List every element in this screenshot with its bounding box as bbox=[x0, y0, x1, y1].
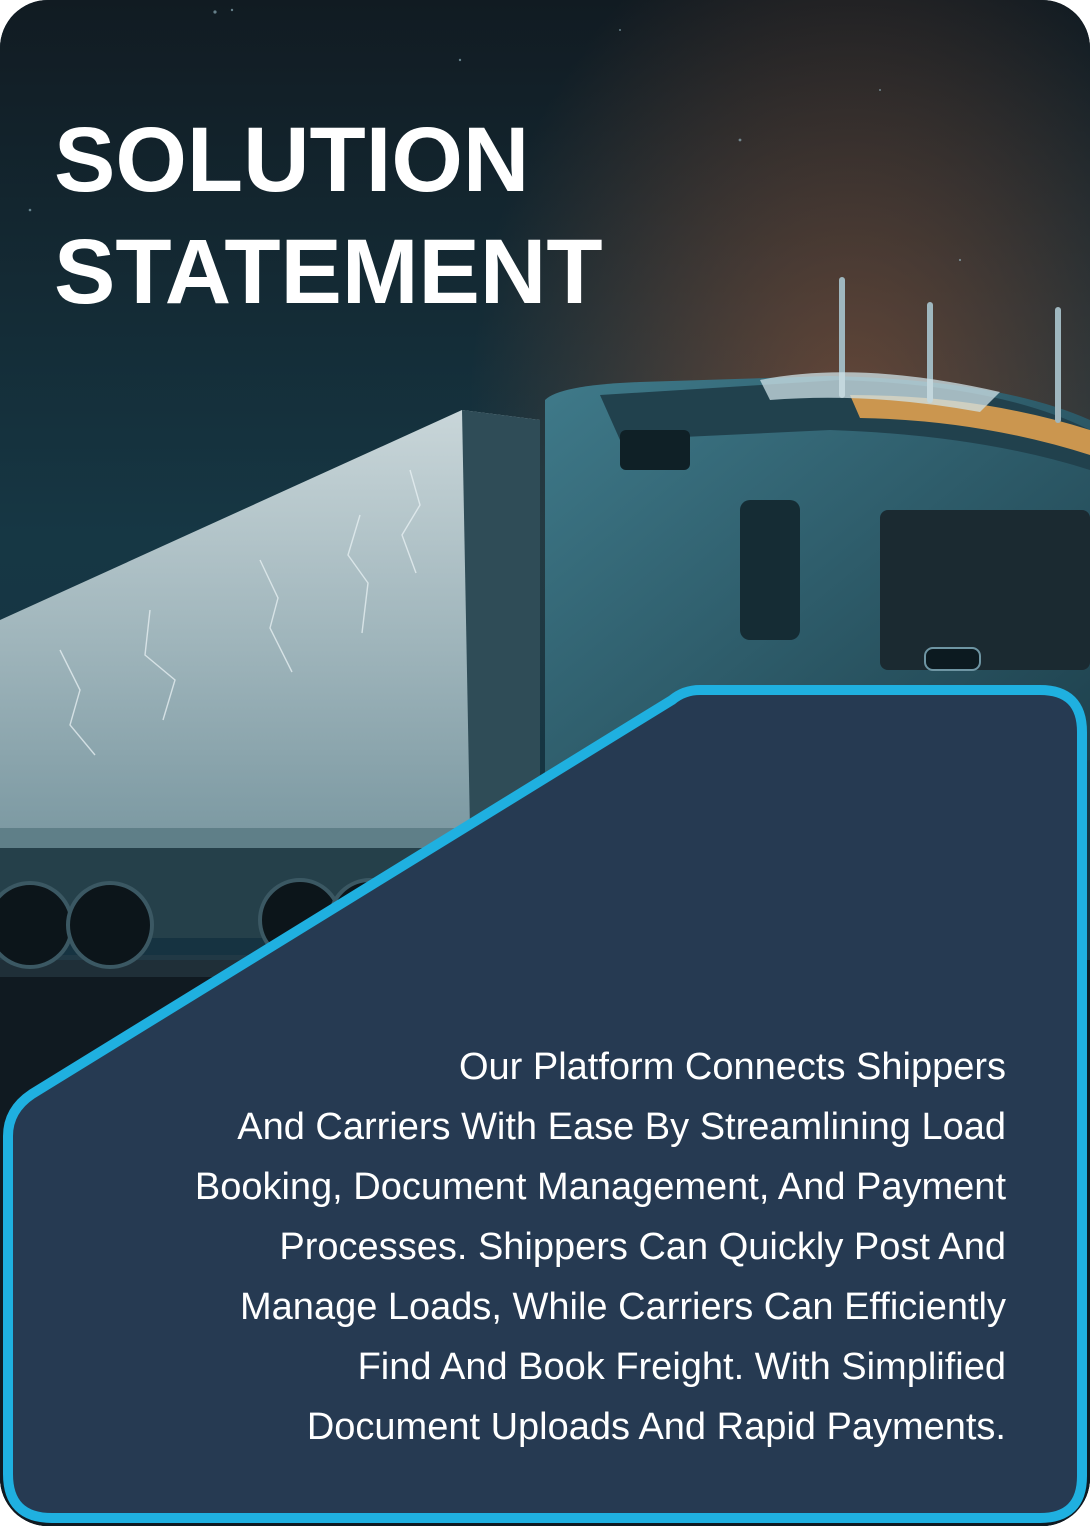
description-line-2: And Carriers With Ease By Streamlining L… bbox=[237, 1106, 1006, 1148]
solution-card: SOLUTION STATEMENT Our Platform Connects… bbox=[0, 0, 1090, 1526]
description-line-3: Booking, Document Management, And Paymen… bbox=[194, 1166, 1006, 1208]
description-line-4: Processes. Shippers Can Quickly Post And bbox=[279, 1226, 1006, 1268]
solution-description: Our Platform Connects Shippers And Carri… bbox=[66, 1037, 1006, 1457]
description-line-7: Document Uploads And Rapid Payments. bbox=[306, 1406, 1006, 1448]
description-line-6: Find And Book Freight. With Simplified bbox=[357, 1346, 1006, 1388]
description-line-1: Our Platform Connects Shippers bbox=[458, 1046, 1006, 1088]
description-line-5: Manage Loads, While Carriers Can Efficie… bbox=[240, 1286, 1006, 1328]
